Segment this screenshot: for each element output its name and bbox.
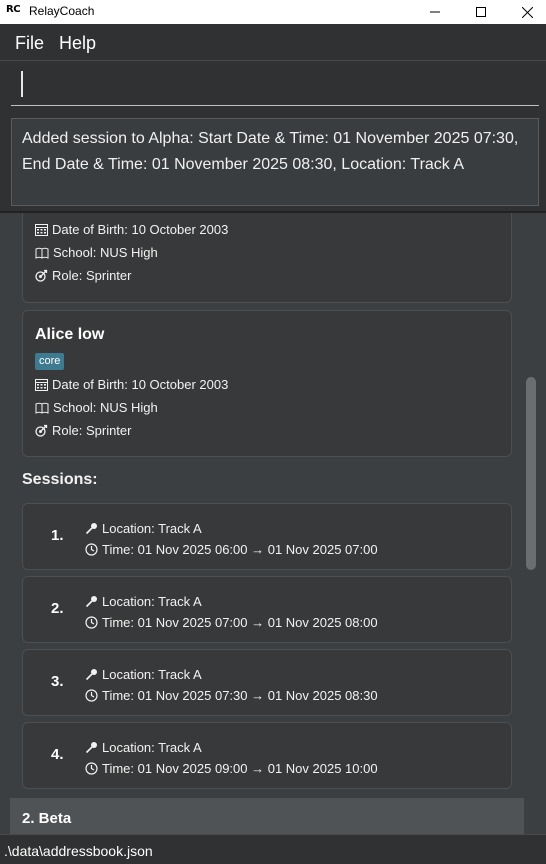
session-location: Location: Track A <box>85 667 202 682</box>
clock-icon <box>85 689 98 702</box>
maximize-icon <box>476 7 486 17</box>
close-button[interactable] <box>504 0 546 24</box>
group-list-panel[interactable]: Date of Birth: 10 October 2003 School: N… <box>10 213 524 834</box>
group-label: 2. Beta <box>22 810 72 827</box>
session-location: Location: Track A <box>85 740 202 755</box>
book-icon <box>35 247 49 259</box>
clock-icon <box>85 762 98 775</box>
maximize-button[interactable] <box>458 0 504 24</box>
session-location: Location: Track A <box>85 594 202 609</box>
school-field: School: NUS High <box>35 245 158 260</box>
session-time: Time: 01 Nov 2025 07:00 → 01 Nov 2025 08… <box>85 615 378 630</box>
session-card[interactable]: 1. Location: Track A Time: 01 Nov 2025 0… <box>22 503 512 570</box>
menu-bar: File Help <box>0 24 546 60</box>
session-card[interactable]: 3. Location: Track A Time: 01 Nov 2025 0… <box>22 649 512 716</box>
scrollbar-thumb[interactable] <box>526 377 536 570</box>
role-field: Role: Sprinter <box>35 268 131 283</box>
pin-icon <box>85 596 97 608</box>
menu-help[interactable]: Help <box>59 33 96 54</box>
dob-text: Date of Birth: 10 October 2003 <box>52 377 229 392</box>
session-time: Time: 01 Nov 2025 07:30 → 01 Nov 2025 08… <box>85 688 378 703</box>
person-name: Alice low <box>35 326 105 343</box>
calendar-icon <box>35 224 48 236</box>
session-location: Location: Track A <box>85 521 202 536</box>
storage-path: .\data\addressbook.json <box>4 843 153 859</box>
sessions-heading: Sessions: <box>22 471 98 488</box>
book-icon <box>35 402 49 414</box>
group-header-beta[interactable]: 2. Beta <box>10 798 524 834</box>
clock-icon <box>85 543 98 556</box>
session-card[interactable]: 2. Location: Track A Time: 01 Nov 2025 0… <box>22 576 512 643</box>
session-number: 1. <box>51 527 64 544</box>
time-text: Time: 01 Nov 2025 07:00 → 01 Nov 2025 08… <box>102 615 378 630</box>
time-text: Time: 01 Nov 2025 06:00 → 01 Nov 2025 07… <box>102 542 378 557</box>
result-display: Added session to Alpha: Start Date & Tim… <box>11 118 539 206</box>
close-icon <box>521 6 533 18</box>
pin-icon <box>85 742 97 754</box>
command-input[interactable] <box>11 66 539 106</box>
minimize-icon <box>430 11 440 13</box>
app-logo: RC <box>6 4 21 15</box>
role-field: Role: Sprinter <box>35 423 131 438</box>
school-field: School: NUS High <box>35 400 158 415</box>
dob-field: Date of Birth: 10 October 2003 <box>35 377 228 392</box>
pin-icon <box>85 523 97 535</box>
minimize-button[interactable] <box>412 0 458 24</box>
role-text: Role: Sprinter <box>52 268 132 283</box>
title-bar: RC RelayCoach <box>0 0 546 24</box>
command-area <box>0 60 546 112</box>
role-icon <box>35 424 48 437</box>
role-icon <box>35 269 48 282</box>
text-caret <box>21 71 23 97</box>
session-time: Time: 01 Nov 2025 09:00 → 01 Nov 2025 10… <box>85 761 378 776</box>
role-text: Role: Sprinter <box>52 423 132 438</box>
dob-text: Date of Birth: 10 October 2003 <box>52 222 229 237</box>
time-text: Time: 01 Nov 2025 09:00 → 01 Nov 2025 10… <box>102 761 378 776</box>
session-number: 2. <box>51 600 64 617</box>
location-text: Location: Track A <box>102 521 202 536</box>
session-number: 3. <box>51 673 64 690</box>
status-bar: .\data\addressbook.json <box>0 834 546 864</box>
dob-field: Date of Birth: 10 October 2003 <box>35 222 228 237</box>
menu-file[interactable]: File <box>15 33 44 54</box>
time-text: Time: 01 Nov 2025 07:30 → 01 Nov 2025 08… <box>102 688 378 703</box>
window-title: RelayCoach <box>29 4 95 18</box>
calendar-icon <box>35 379 48 391</box>
location-text: Location: Track A <box>102 667 202 682</box>
location-text: Location: Track A <box>102 740 202 755</box>
school-text: School: NUS High <box>53 245 158 260</box>
person-card[interactable]: Date of Birth: 10 October 2003 School: N… <box>22 213 512 303</box>
tag-badge: core <box>35 353 65 370</box>
person-card[interactable]: Alice low core Date of Birth: 10 October… <box>22 310 512 457</box>
location-text: Location: Track A <box>102 594 202 609</box>
school-text: School: NUS High <box>53 400 158 415</box>
session-number: 4. <box>51 746 64 763</box>
clock-icon <box>85 616 98 629</box>
session-time: Time: 01 Nov 2025 06:00 → 01 Nov 2025 07… <box>85 542 378 557</box>
result-area: Added session to Alpha: Start Date & Tim… <box>0 112 546 212</box>
pin-icon <box>85 669 97 681</box>
session-card[interactable]: 4. Location: Track A Time: 01 Nov 2025 0… <box>22 722 512 789</box>
